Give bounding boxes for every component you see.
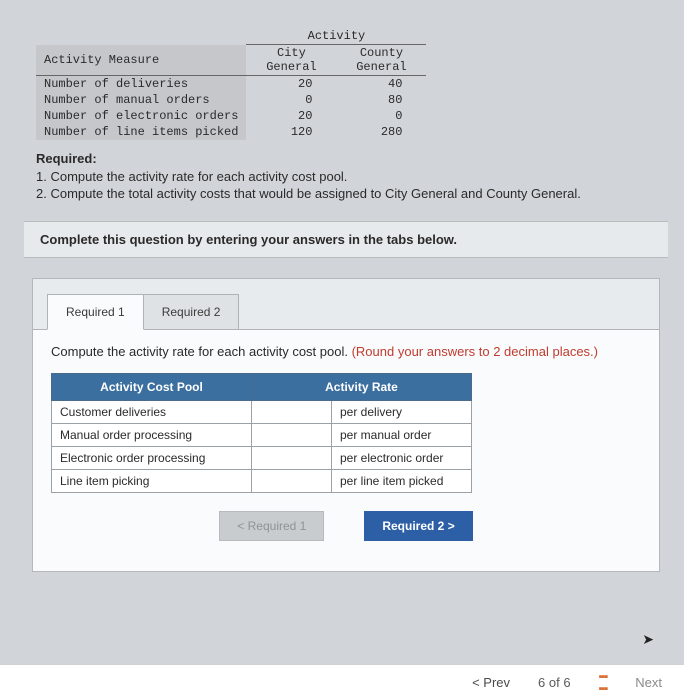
cell: 0 [246, 92, 336, 108]
unit-cell: per line item picked [332, 469, 472, 492]
panel-nav: < Required 1 Required 2 > [51, 493, 641, 547]
cell: 0 [336, 108, 426, 124]
row-label: Number of deliveries [36, 76, 246, 93]
worksheet: Required 1 Required 2 Compute the activi… [32, 278, 660, 572]
tab-required-2[interactable]: Required 2 [143, 294, 240, 330]
rate-input[interactable] [252, 446, 332, 469]
tab-panel: Compute the activity rate for each activ… [33, 329, 659, 571]
grid-icon[interactable]: ▪▪▪▪▪▪ [599, 671, 608, 695]
pager-text: 6 of 6 [538, 675, 571, 690]
panel-instruction-text: Compute the activity rate for each activ… [51, 344, 352, 359]
next-required-button[interactable]: Required 2 > [364, 511, 472, 541]
cell: 20 [246, 108, 336, 124]
row-label: Number of electronic orders [36, 108, 246, 124]
th-rate: Activity Rate [252, 373, 472, 400]
unit-cell: per delivery [332, 400, 472, 423]
required-block: Required: 1. Compute the activity rate f… [36, 150, 656, 203]
col-city: City General [246, 45, 336, 76]
row-label: Number of manual orders [36, 92, 246, 108]
cursor-icon: ➤ [642, 631, 654, 648]
cell: 40 [336, 76, 426, 93]
next-button[interactable]: Next [635, 675, 662, 690]
cell: 120 [246, 124, 336, 140]
prev-required-button[interactable]: < Required 1 [219, 511, 324, 541]
pool-cell: Manual order processing [52, 423, 252, 446]
prev-button[interactable]: < Prev [472, 675, 510, 690]
row-label: Number of line items picked [36, 124, 246, 140]
required-heading: Required: [36, 150, 656, 168]
pool-cell: Line item picking [52, 469, 252, 492]
panel-instruction-hint: (Round your answers to 2 decimal places.… [352, 344, 598, 359]
col-county: County General [336, 45, 426, 76]
th-pool: Activity Cost Pool [52, 373, 252, 400]
cell: 280 [336, 124, 426, 140]
required-item: 2. Compute the total activity costs that… [36, 185, 656, 203]
rate-input[interactable] [252, 469, 332, 492]
instruction-bar: Complete this question by entering your … [24, 221, 668, 258]
rate-input[interactable] [252, 400, 332, 423]
panel-instruction: Compute the activity rate for each activ… [51, 344, 641, 359]
unit-cell: per manual order [332, 423, 472, 446]
rate-input[interactable] [252, 423, 332, 446]
required-item: 1. Compute the activity rate for each ac… [36, 168, 656, 186]
bottom-bar: < Prev 6 of 6 ▪▪▪▪▪▪ Next [0, 664, 684, 700]
pool-cell: Electronic order processing [52, 446, 252, 469]
tabs: Required 1 Required 2 [33, 279, 659, 329]
cell: 80 [336, 92, 426, 108]
activity-data-table: Activity Activity Measure City General C… [36, 28, 426, 140]
pool-cell: Customer deliveries [52, 400, 252, 423]
activity-header: Activity [246, 28, 426, 45]
measure-header: Activity Measure [36, 45, 246, 76]
answer-table: Activity Cost Pool Activity Rate Custome… [51, 373, 472, 493]
tab-required-1[interactable]: Required 1 [47, 294, 144, 330]
cell: 20 [246, 76, 336, 93]
unit-cell: per electronic order [332, 446, 472, 469]
